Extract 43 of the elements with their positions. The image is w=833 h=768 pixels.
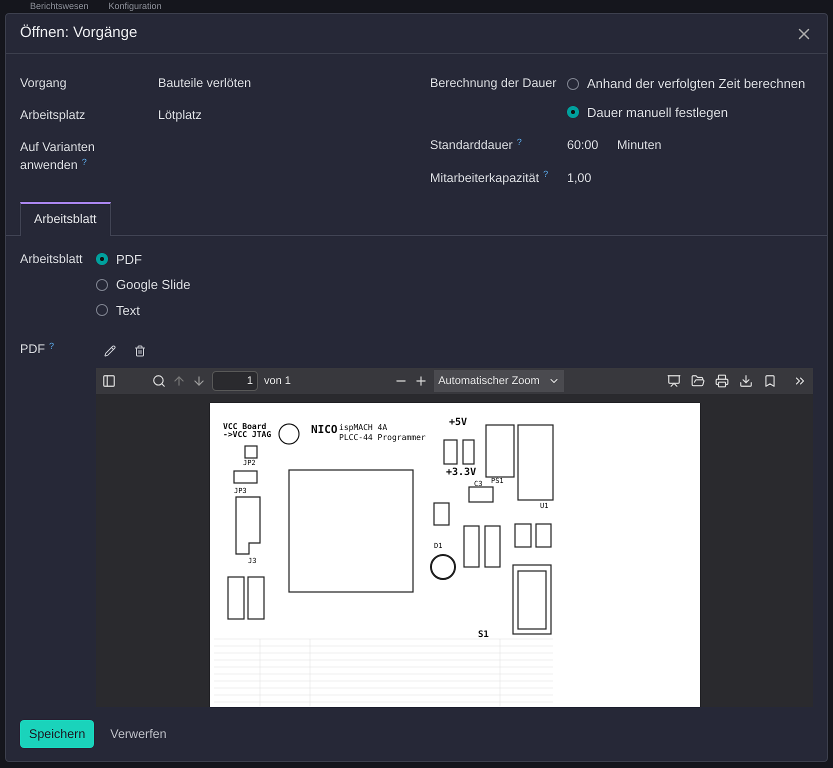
field-value[interactable]: 1,00: [567, 168, 592, 188]
download-icon[interactable]: [739, 374, 753, 388]
trash-icon[interactable]: [134, 344, 146, 357]
field-label: Berechnung der Dauer: [430, 75, 558, 92]
help-mark[interactable]: ?: [82, 156, 87, 167]
field-label: Mitarbeiterkapazität $^{?}$: [430, 168, 550, 187]
radio-option[interactable]: Dauer manuell festlegen: [567, 102, 806, 122]
discard-button[interactable]: Verwerfen: [108, 720, 169, 748]
field-value: Bauteile verlöten: [158, 75, 252, 92]
arrow-down-icon[interactable]: [192, 374, 206, 388]
save-button[interactable]: Speichern: [20, 720, 94, 748]
radio-option[interactable]: PDF: [96, 250, 190, 269]
field-value: Lötplatz: [158, 106, 202, 124]
bookmark-icon[interactable]: [763, 374, 777, 388]
radio-option[interactable]: Text: [96, 300, 190, 320]
edit-icon[interactable]: [104, 344, 116, 357]
folder-icon[interactable]: [691, 374, 705, 388]
sidebar-toggle-icon[interactable]: [102, 374, 116, 388]
field-label: PDF $^{?}$: [20, 340, 56, 358]
radio-option[interactable]: Anhand der verfolgten Zeit berechnen: [567, 74, 806, 94]
field-label: Vorgang: [20, 75, 68, 92]
field-label: Arbeitsplatz: [20, 106, 86, 124]
unit-label: Minuten: [617, 137, 662, 154]
page-number-field[interactable]: 1: [212, 371, 258, 391]
search-icon[interactable]: [152, 374, 166, 388]
help-mark[interactable]: ?: [49, 340, 54, 350]
zoom-select[interactable]: Automatischer Zoom: [434, 370, 564, 392]
tab[interactable]: Arbeitsblatt: [20, 202, 111, 236]
page-count: von 1: [264, 374, 291, 389]
help-mark[interactable]: ?: [516, 136, 522, 146]
help-mark[interactable]: ?: [543, 169, 548, 180]
nav-item[interactable]: Berichtswesen: [30, 2, 89, 11]
presentation-icon[interactable]: [667, 374, 681, 388]
field-label: Arbeitsblatt: [20, 250, 84, 268]
radio-option[interactable]: Google Slide: [96, 275, 190, 294]
arrow-up-icon[interactable]: [172, 374, 186, 388]
nav-item[interactable]: Konfiguration: [108, 2, 162, 11]
field-value[interactable]: 60:00: [567, 136, 617, 155]
field-label: Standarddauer $^{?}$: [430, 136, 523, 154]
field-label: Auf Varianten anwenden $^{?}$: [20, 138, 96, 174]
print-icon[interactable]: [715, 374, 729, 388]
zoom-in-icon[interactable]: [414, 374, 428, 388]
dialog-title: Öffnen: Vorgänge: [20, 23, 138, 44]
